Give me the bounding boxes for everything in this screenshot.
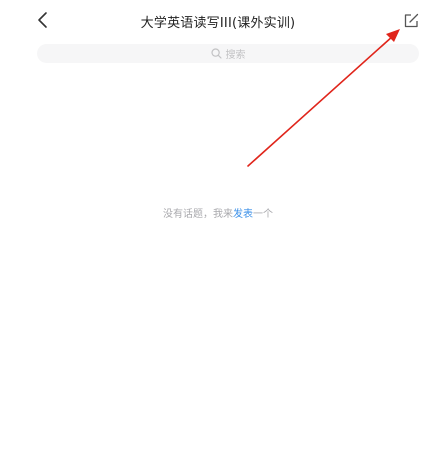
compose-button[interactable]	[402, 12, 420, 30]
top-bar: 大学英语读写III(课外实训)	[0, 0, 436, 40]
search-placeholder: 搜索	[225, 50, 246, 61]
post-link[interactable]: 发表	[233, 209, 253, 220]
search-icon	[210, 48, 222, 59]
empty-state-text-end: 一个	[253, 209, 273, 220]
page-title: 大学英语读写III(课外实训)	[140, 16, 296, 31]
empty-state-text: 没有话题，我来	[163, 209, 233, 220]
search-bar[interactable]: 搜索	[37, 44, 419, 63]
compose-icon	[404, 13, 419, 28]
empty-state-message: 没有话题，我来发表一个	[0, 205, 436, 220]
annotation-arrow	[247, 29, 400, 167]
